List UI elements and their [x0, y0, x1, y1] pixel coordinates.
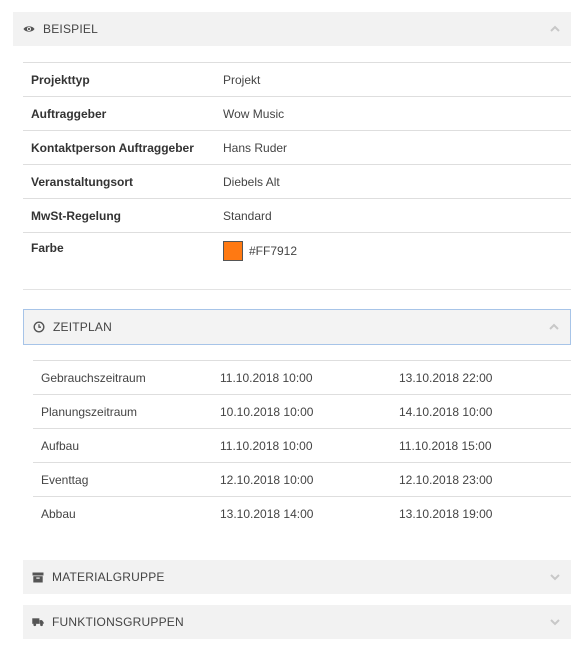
info-label: Kontaktperson Auftraggeber [31, 140, 194, 155]
schedule-start: 10.10.2018 10:00 [220, 404, 314, 419]
truck-icon [32, 616, 44, 628]
info-row: MwSt-Regelung Standard [23, 198, 571, 233]
info-label: Farbe [31, 241, 64, 255]
schedule-row: Planungszeitraum 10.10.2018 10:00 14.10.… [33, 394, 571, 429]
schedule-row: Abbau 13.10.2018 14:00 13.10.2018 19:00 [33, 496, 571, 531]
info-value: Hans Ruder [223, 140, 288, 155]
beispiel-panel-header[interactable]: BEISPIEL [13, 12, 571, 46]
chevron-down-icon[interactable] [549, 571, 561, 583]
info-label: Projekttyp [31, 72, 90, 87]
schedule-start: 11.10.2018 10:00 [220, 370, 313, 385]
zeitplan-table: Gebrauchszeitraum 11.10.2018 10:00 13.10… [33, 360, 571, 531]
zeitplan-panel-header[interactable]: ZEITPLAN [23, 309, 571, 345]
funktionsgruppen-panel-header[interactable]: FUNKTIONSGRUPPEN [23, 605, 571, 639]
schedule-name: Abbau [41, 506, 76, 521]
eye-icon [23, 23, 35, 35]
schedule-end: 13.10.2018 22:00 [399, 370, 493, 385]
archive-icon [32, 571, 44, 583]
schedule-name: Planungszeitraum [41, 404, 138, 419]
chevron-up-icon[interactable] [549, 23, 561, 35]
chevron-up-icon[interactable] [548, 321, 560, 333]
beispiel-info-table: Projekttyp Projekt Auftraggeber Wow Musi… [23, 62, 571, 268]
info-value: Standard [223, 208, 272, 223]
schedule-end: 11.10.2018 15:00 [399, 438, 492, 453]
schedule-name: Eventtag [41, 472, 89, 487]
beispiel-panel-title: BEISPIEL [43, 22, 98, 36]
section-divider [23, 289, 571, 290]
schedule-end: 12.10.2018 23:00 [399, 472, 493, 487]
materialgruppe-panel-title: MATERIALGRUPPE [52, 570, 165, 584]
info-label: Auftraggeber [31, 106, 107, 121]
info-value: Diebels Alt [223, 174, 280, 189]
color-swatch [223, 241, 243, 261]
schedule-name: Aufbau [41, 438, 80, 453]
schedule-row: Aufbau 11.10.2018 10:00 11.10.2018 15:00 [33, 428, 571, 463]
info-row-color: Farbe #FF7912 [23, 232, 571, 268]
info-value: Projekt [223, 72, 261, 87]
color-value: #FF7912 [249, 244, 298, 258]
zeitplan-panel-title: ZEITPLAN [53, 320, 112, 334]
info-value: Wow Music [223, 106, 285, 121]
funktionsgruppen-panel-title: FUNKTIONSGRUPPEN [52, 615, 184, 629]
info-row: Projekttyp Projekt [23, 62, 571, 97]
schedule-end: 13.10.2018 19:00 [399, 506, 493, 521]
schedule-row: Eventtag 12.10.2018 10:00 12.10.2018 23:… [33, 462, 571, 497]
info-row: Auftraggeber Wow Music [23, 96, 571, 131]
materialgruppe-panel-header[interactable]: MATERIALGRUPPE [23, 560, 571, 594]
schedule-row: Gebrauchszeitraum 11.10.2018 10:00 13.10… [33, 360, 571, 395]
chevron-down-icon[interactable] [549, 616, 561, 628]
schedule-start: 11.10.2018 10:00 [220, 438, 313, 453]
info-row: Kontaktperson Auftraggeber Hans Ruder [23, 130, 571, 165]
clock-icon [33, 321, 45, 333]
schedule-start: 13.10.2018 14:00 [220, 506, 314, 521]
schedule-start: 12.10.2018 10:00 [220, 472, 314, 487]
schedule-end: 14.10.2018 10:00 [399, 404, 493, 419]
info-label: Veranstaltungsort [31, 174, 134, 189]
info-label: MwSt-Regelung [31, 208, 121, 223]
schedule-name: Gebrauchszeitraum [41, 370, 146, 385]
info-row: Veranstaltungsort Diebels Alt [23, 164, 571, 199]
